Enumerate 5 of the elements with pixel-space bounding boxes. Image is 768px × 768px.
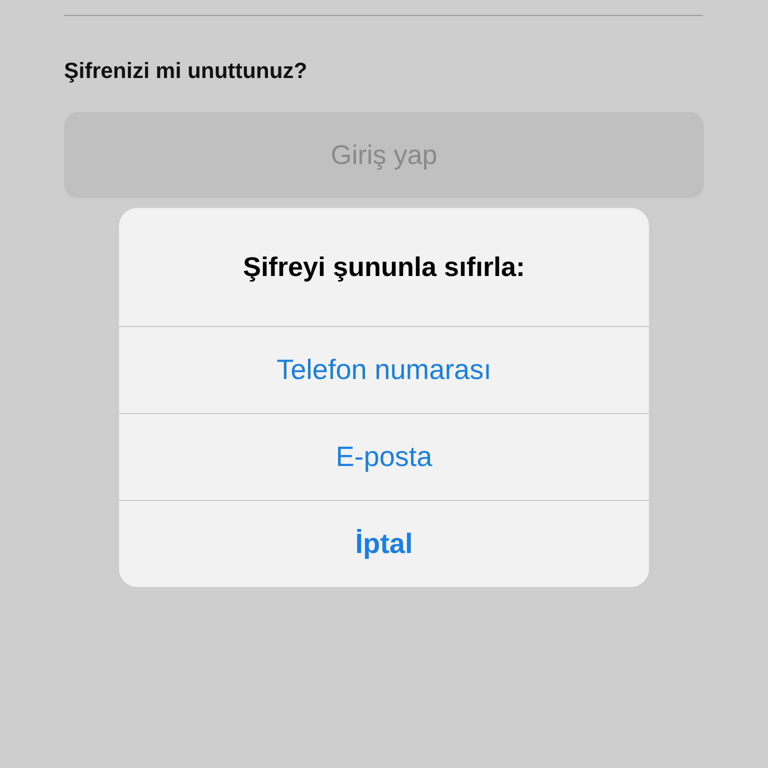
alert-title: Şifreyi şununla sıfırla: [242, 250, 526, 284]
cancel-button[interactable]: İptal [119, 500, 649, 587]
forgot-password-link[interactable]: Şifrenizi mi unuttunuz? [64, 58, 308, 84]
option-button[interactable]: Telefon numarası [119, 326, 649, 413]
option-button[interactable]: E-posta [119, 413, 649, 500]
